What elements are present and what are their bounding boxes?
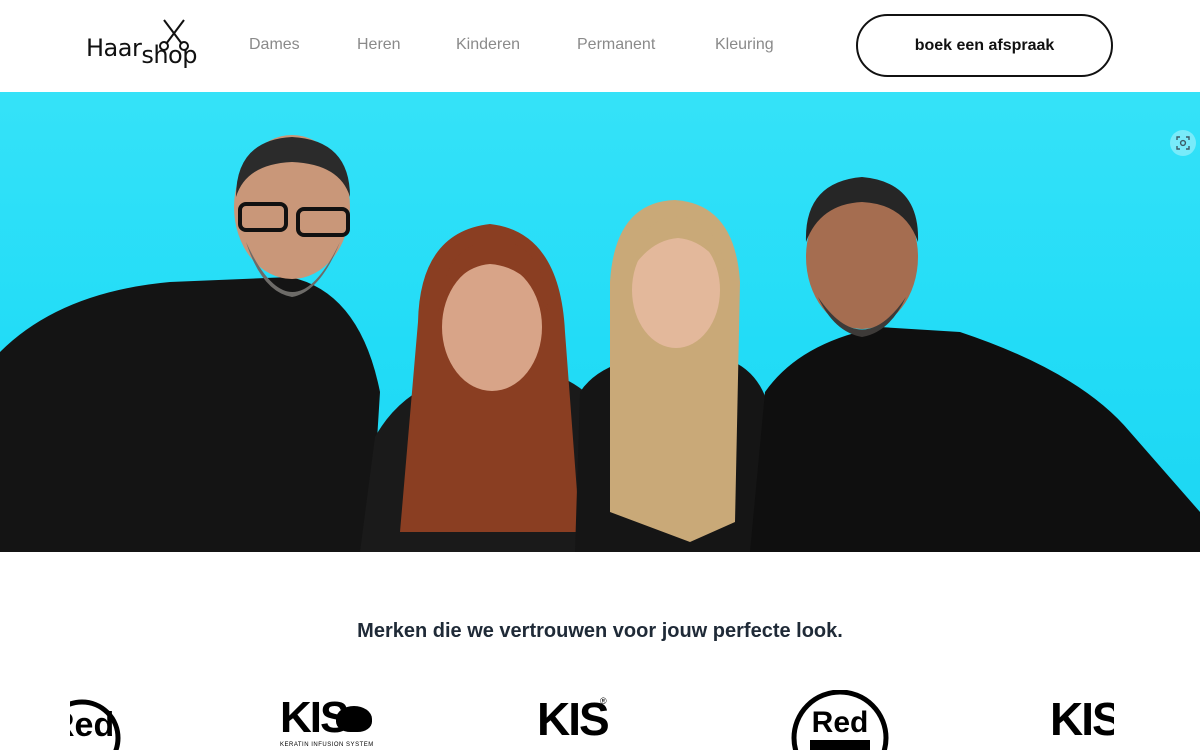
book-appointment-button[interactable]: boek een afspraak (856, 14, 1113, 77)
logo-text-main: Haar (86, 34, 142, 62)
nav-item-dames[interactable]: Dames (249, 36, 300, 54)
kis-keratin-logo: KIS KERATIN INFUSION SYSTEM (278, 690, 378, 750)
focus-scan-button[interactable] (1170, 130, 1196, 156)
nav-item-heren[interactable]: Heren (357, 36, 401, 54)
focus-scan-icon (1176, 136, 1190, 150)
lips-mark (336, 706, 372, 732)
kis-registered-logo-text: KIS (537, 693, 610, 745)
haarshop-logo[interactable]: Haarshop (86, 18, 206, 72)
registered-mark: ® (600, 696, 607, 706)
kis-registered-logo: KIS ® (537, 690, 617, 750)
brands-heading: Merken die we vertrouwen voor jouw perfe… (357, 620, 843, 642)
red-one-logo: Red (790, 690, 890, 750)
kis-tagline: KERATIN INFUSION SYSTEM (280, 742, 374, 748)
nav-item-permanent[interactable]: Permanent (577, 36, 655, 54)
logo-text-sub: shop (141, 41, 197, 69)
redken-logo-text: Red (70, 706, 114, 744)
site-header: Haarshop Dames Heren Kinderen Permanent … (0, 0, 1200, 92)
hero-team-photo (0, 92, 1200, 552)
nav-item-kinderen[interactable]: Kinderen (456, 36, 520, 54)
kis-partial-logo-text: KIS (1050, 693, 1114, 745)
nav-item-kleuring[interactable]: Kleuring (715, 36, 774, 54)
kis-logo-partial: KIS (1050, 690, 1114, 750)
team-illustration (0, 135, 1200, 552)
redken-logo-partial: Red (70, 690, 130, 750)
red-one-logo-text: Red (812, 706, 869, 739)
